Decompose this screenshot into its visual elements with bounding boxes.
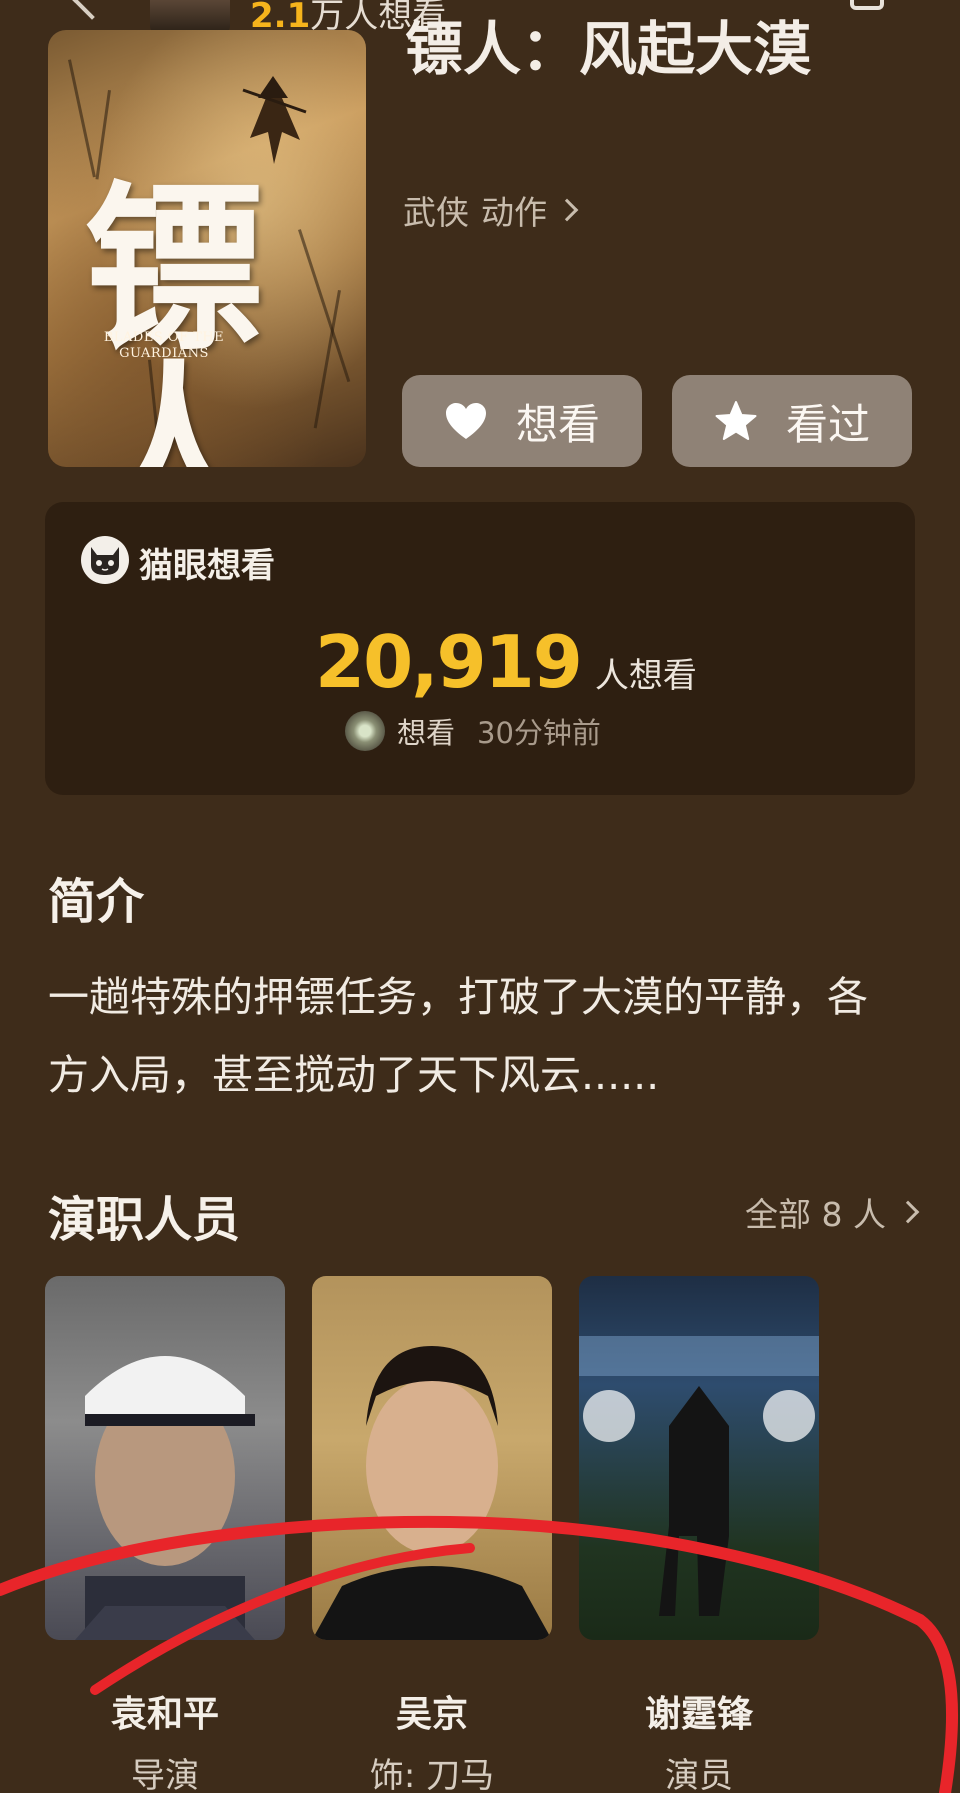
cast-all-label: 全部 8 人 — [745, 1195, 886, 1234]
movie-title: 镖人：风起大漠 — [405, 15, 812, 83]
cast-role: 导演 — [131, 1756, 199, 1793]
cast-name[interactable]: 吴京 — [312, 1685, 552, 1737]
chevron-right-icon — [896, 1200, 920, 1224]
genre-tag: 武侠 — [403, 193, 469, 232]
genre-link[interactable]: 武侠 动作 — [403, 186, 579, 234]
poster-title-cn: 镖人 — [84, 164, 264, 468]
want-count-card: 猫眼想看 20,919 人想看 想看 30分钟前 — [45, 502, 915, 795]
movie-poster[interactable]: 镖人 BLADES OF THE GUARDIANS — [48, 30, 366, 467]
intro-title: 简介 — [48, 874, 145, 930]
cast-title: 演职人员 — [48, 1192, 241, 1248]
share-icon[interactable] — [850, 0, 884, 10]
recent-time: 30分钟前 — [477, 716, 601, 750]
seen-button[interactable]: 看过 — [672, 375, 912, 467]
cast-name[interactable]: 袁和平 — [45, 1685, 285, 1737]
cast-role: 饰: 刀马 — [369, 1756, 495, 1793]
mini-poster-thumbnail — [150, 0, 230, 34]
cast-name[interactable]: 谢霆锋 — [579, 1685, 819, 1737]
cast-all-link[interactable]: 全部 8 人 — [745, 1188, 920, 1236]
seen-button-label: 看过 — [785, 399, 870, 449]
want-count-number: 20,919 — [315, 620, 583, 704]
heart-icon — [445, 403, 486, 439]
poster-title-en: BLADES OF THE GUARDIANS — [103, 330, 225, 361]
want-button[interactable]: 想看 — [402, 375, 642, 467]
intro-text[interactable]: 一趟特殊的押镖任务，打破了大漠的平静，各方入局，甚至搅动了天下风云...... — [48, 958, 868, 1114]
maoyan-cat-icon — [81, 536, 129, 584]
want-card-title: 猫眼想看 — [139, 546, 275, 586]
genre-tag: 动作 — [481, 193, 547, 232]
recent-activity: 想看 30分钟前 — [345, 710, 601, 752]
recent-action: 想看 — [397, 716, 456, 750]
cast-photo[interactable] — [45, 1276, 285, 1640]
cast-photo[interactable] — [312, 1276, 552, 1640]
poster-rider-figure — [242, 76, 307, 164]
back-chevron-icon[interactable] — [72, 0, 112, 20]
cast-role: 演员 — [665, 1756, 733, 1793]
user-avatar — [345, 711, 385, 751]
want-button-label: 想看 — [515, 399, 600, 449]
want-count-unit: 人想看 — [594, 656, 697, 696]
chevron-right-icon — [555, 198, 579, 222]
cast-photo[interactable] — [579, 1276, 819, 1640]
want-count: 20,919 人想看 — [315, 620, 697, 704]
star-icon — [715, 401, 757, 440]
